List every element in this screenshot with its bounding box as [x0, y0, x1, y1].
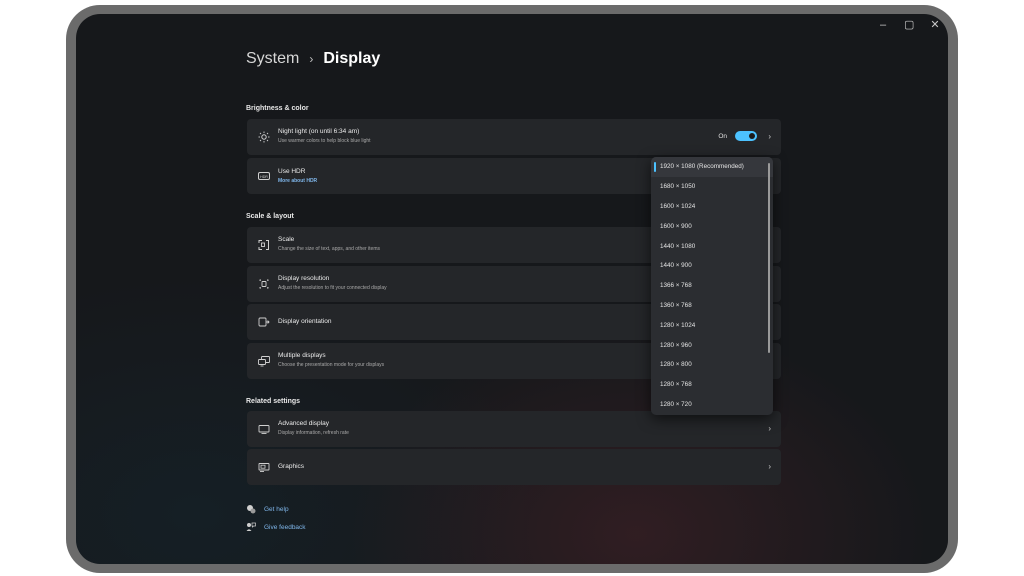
scale-icon — [257, 238, 271, 252]
resolution-option[interactable]: 1680 × 1050 — [651, 177, 773, 197]
graphics-title: Graphics — [278, 463, 305, 470]
resolution-option[interactable]: 1280 × 960 — [651, 335, 773, 355]
scale-title: Scale — [278, 236, 295, 243]
resolution-dropdown-list[interactable]: 1920 × 1080 (Recommended) 1680 × 1050 16… — [651, 157, 773, 415]
display-resolution-title: Display resolution — [278, 275, 330, 282]
tablet-frame: – ▢ ✕ System › Display Brightness & colo… — [66, 5, 958, 573]
advanced-display-card[interactable]: Advanced display Display information, re… — [247, 411, 781, 447]
resolution-option[interactable]: 1280 × 768 — [651, 375, 773, 395]
help-chat-icon — [246, 504, 256, 514]
breadcrumb-separator: › — [309, 52, 314, 66]
give-feedback-label: Give feedback — [264, 523, 306, 531]
display-orientation-title: Display orientation — [278, 318, 332, 325]
multiple-displays-icon — [257, 354, 271, 368]
advanced-display-title: Advanced display — [278, 420, 329, 427]
hdr-icon: HDR — [257, 169, 271, 183]
resolution-option[interactable]: 1280 × 800 — [651, 355, 773, 375]
resolution-option[interactable]: 1440 × 900 — [651, 256, 773, 276]
night-light-subtitle: Use warmer colors to help block blue lig… — [278, 138, 371, 144]
chevron-right-icon[interactable]: › — [768, 132, 771, 141]
get-help-link[interactable]: Get help — [246, 504, 289, 514]
orientation-icon — [257, 315, 271, 329]
brightness-icon — [257, 130, 271, 144]
resolution-option[interactable]: 1366 × 768 — [651, 276, 773, 296]
night-light-toggle-label: On — [718, 132, 727, 140]
multiple-displays-title: Multiple displays — [278, 352, 326, 359]
resolution-option[interactable]: 1600 × 1024 — [651, 197, 773, 217]
night-light-toggle-group: On — [718, 131, 757, 141]
resolution-option[interactable]: 1440 × 1080 — [651, 236, 773, 256]
breadcrumb-system-link[interactable]: System — [246, 50, 299, 68]
maximize-button[interactable]: ▢ — [904, 18, 914, 32]
section-scale-heading: Scale & layout — [246, 213, 294, 220]
get-help-label: Get help — [264, 505, 289, 513]
section-related-heading: Related settings — [246, 398, 301, 405]
toggle-knob — [749, 133, 755, 139]
resolution-option[interactable]: 1360 × 768 — [651, 296, 773, 316]
page-title: Display — [323, 50, 381, 67]
resolution-option[interactable]: 1280 × 720 — [651, 395, 773, 415]
resolution-option[interactable]: 1600 × 900 — [651, 216, 773, 236]
resolution-option[interactable]: 1280 × 1024 — [651, 315, 773, 335]
svg-text:HDR: HDR — [260, 175, 268, 179]
graphics-card[interactable]: Graphics › — [247, 449, 781, 485]
night-light-title: Night light (on until 6:34 am) — [278, 128, 360, 135]
chevron-right-icon[interactable]: › — [768, 424, 771, 433]
hdr-title: Use HDR — [278, 168, 306, 175]
dropdown-scrollbar[interactable] — [768, 163, 770, 353]
section-brightness-heading: Brightness & color — [246, 105, 309, 112]
breadcrumb: System › Display — [246, 50, 380, 68]
graphics-card-icon — [257, 460, 271, 474]
resolution-icon — [257, 277, 271, 291]
hdr-learn-more-link[interactable]: More about HDR — [278, 178, 317, 184]
scale-subtitle: Change the size of text, apps, and other… — [278, 246, 381, 252]
settings-window: – ▢ ✕ System › Display Brightness & colo… — [76, 14, 948, 564]
multiple-displays-subtitle: Choose the presentation mode for your di… — [278, 362, 385, 368]
feedback-icon — [246, 522, 256, 532]
chevron-right-icon[interactable]: › — [768, 462, 771, 471]
give-feedback-link[interactable]: Give feedback — [246, 522, 306, 532]
minimize-button[interactable]: – — [878, 18, 888, 32]
monitor-icon — [257, 422, 271, 436]
night-light-toggle[interactable] — [735, 131, 757, 141]
resolution-option[interactable]: 1920 × 1080 (Recommended) — [651, 157, 773, 177]
advanced-display-subtitle: Display information, refresh rate — [278, 430, 349, 436]
display-resolution-subtitle: Adjust the resolution to fit your connec… — [278, 285, 387, 291]
close-button[interactable]: ✕ — [930, 18, 940, 32]
window-controls: – ▢ ✕ — [878, 18, 940, 32]
night-light-card[interactable]: Night light (on until 6:34 am) Use warme… — [247, 119, 781, 155]
